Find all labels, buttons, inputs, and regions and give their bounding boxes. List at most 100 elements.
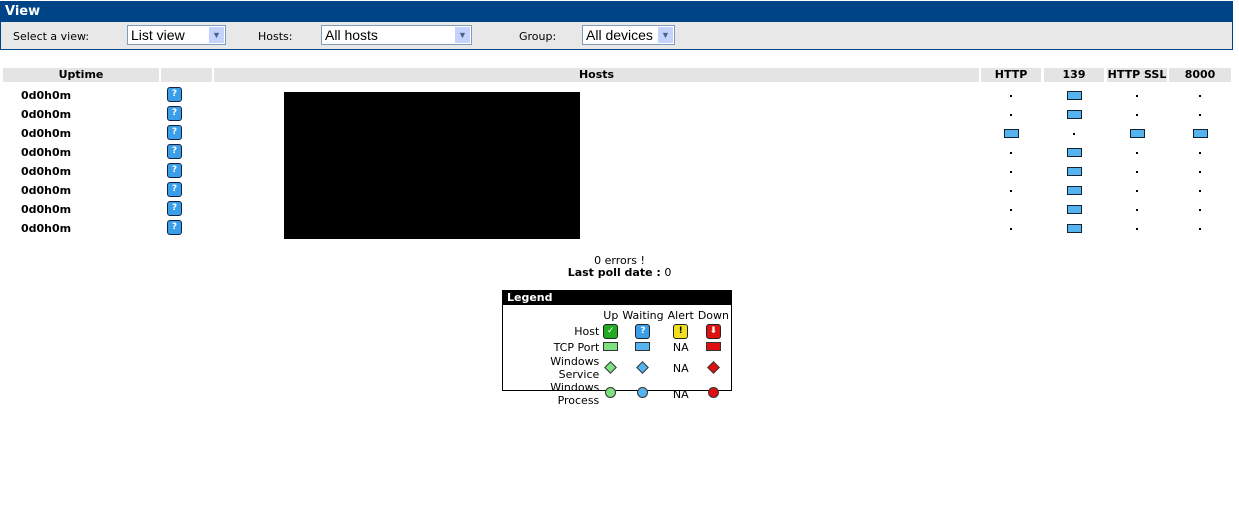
legend-row-label: Windows Service bbox=[550, 355, 600, 381]
host-up-icon: ✓ bbox=[603, 324, 619, 339]
legend-row-label: TCP Port bbox=[553, 340, 600, 354]
col-139[interactable]: 139 bbox=[1044, 68, 1104, 82]
legend-state-up: Up bbox=[603, 308, 619, 322]
rect-up-icon bbox=[603, 341, 619, 351]
port-cell bbox=[1169, 200, 1231, 219]
rect-down-icon bbox=[705, 341, 721, 351]
legend-row-label: Host bbox=[574, 324, 600, 338]
port-cell bbox=[981, 124, 1041, 143]
port-cell bbox=[1044, 200, 1104, 219]
no-port-dot-icon bbox=[1136, 227, 1138, 230]
waiting-host-icon[interactable]: ? bbox=[167, 144, 182, 159]
chevron-down-icon: ▼ bbox=[209, 27, 224, 43]
col-uptime[interactable]: Uptime bbox=[3, 68, 159, 82]
waiting-host-icon[interactable]: ? bbox=[167, 125, 182, 140]
rect-waiting-icon bbox=[635, 341, 651, 351]
legend-row-label: Windows Process bbox=[550, 381, 600, 407]
legend-na: NA bbox=[672, 361, 689, 375]
no-port-dot-icon bbox=[1199, 94, 1201, 97]
col-status bbox=[161, 68, 212, 82]
circ-up-icon bbox=[605, 387, 617, 398]
no-port-dot-icon bbox=[1010, 113, 1012, 116]
legend-state-alert: Alert bbox=[667, 308, 694, 322]
dia-waiting-icon bbox=[636, 360, 650, 374]
no-port-dot-icon bbox=[1010, 94, 1012, 97]
port-cell bbox=[1169, 162, 1231, 181]
uptime: 0d0h0m bbox=[21, 165, 72, 178]
port-cell bbox=[1044, 219, 1104, 238]
no-port-dot-icon bbox=[1199, 151, 1201, 154]
no-port-dot-icon bbox=[1136, 151, 1138, 154]
port-cell bbox=[1169, 219, 1231, 238]
legend-na: NA bbox=[672, 387, 689, 401]
filter-bar: Select a view: List view ▼ Hosts: All hos… bbox=[0, 22, 1233, 50]
col-http[interactable]: HTTP bbox=[981, 68, 1041, 82]
port-cell bbox=[1107, 200, 1167, 219]
tcp-port-waiting-icon[interactable] bbox=[1003, 129, 1019, 138]
host-waiting-icon: ? bbox=[635, 324, 651, 339]
table-row: 0d0h0m? bbox=[0, 162, 1239, 181]
waiting-host-icon[interactable]: ? bbox=[167, 106, 182, 121]
port-cell bbox=[981, 219, 1041, 238]
uptime: 0d0h0m bbox=[21, 146, 72, 159]
tcp-port-waiting-icon[interactable] bbox=[1066, 224, 1082, 233]
circ-waiting-icon bbox=[637, 387, 649, 398]
tcp-port-waiting-icon[interactable] bbox=[1066, 205, 1082, 214]
table-row: 0d0h0m? bbox=[0, 124, 1239, 143]
col-hosts[interactable]: Hosts bbox=[214, 68, 979, 82]
no-port-dot-icon bbox=[1136, 94, 1138, 97]
port-cell bbox=[1107, 105, 1167, 124]
dia-down-icon bbox=[707, 360, 720, 374]
no-port-dot-icon bbox=[1136, 208, 1138, 211]
port-cell bbox=[981, 200, 1041, 219]
no-port-dot-icon bbox=[1199, 113, 1201, 116]
tcp-port-waiting-icon[interactable] bbox=[1066, 186, 1082, 195]
poll-label: Last poll date : bbox=[567, 266, 661, 279]
tcp-port-waiting-icon[interactable] bbox=[1066, 167, 1082, 176]
legend-state-down: Down bbox=[697, 308, 729, 322]
dia-up-icon bbox=[604, 360, 618, 374]
no-port-dot-icon bbox=[1010, 227, 1012, 230]
waiting-host-icon[interactable]: ? bbox=[167, 163, 182, 178]
no-port-dot-icon bbox=[1199, 189, 1201, 192]
table-row: 0d0h0m? bbox=[0, 181, 1239, 200]
tcp-port-waiting-icon[interactable] bbox=[1066, 91, 1082, 100]
legend: Legend Up Waiting Alert Down Host ✓?! ⬇ TCP Por… bbox=[502, 290, 732, 407]
legend-row: TCP Port NA bbox=[505, 339, 731, 355]
redacted-hosts bbox=[284, 92, 580, 239]
no-port-dot-icon bbox=[1010, 189, 1012, 192]
last-poll: Last poll date : 0 bbox=[0, 266, 1239, 279]
waiting-host-icon[interactable]: ? bbox=[167, 87, 182, 102]
port-cell bbox=[1044, 143, 1104, 162]
uptime: 0d0h0m bbox=[21, 108, 72, 121]
port-cell bbox=[1107, 86, 1167, 105]
no-port-dot-icon bbox=[1136, 170, 1138, 173]
view-label: Select a view: bbox=[13, 30, 90, 43]
table-row: 0d0h0m? bbox=[0, 143, 1239, 162]
waiting-host-icon[interactable]: ? bbox=[167, 201, 182, 216]
waiting-host-icon[interactable]: ? bbox=[167, 220, 182, 235]
view-select[interactable]: List view ▼ bbox=[127, 25, 226, 45]
col-http-ssl[interactable]: HTTP SSL bbox=[1107, 68, 1167, 82]
tcp-port-waiting-icon[interactable] bbox=[1066, 110, 1082, 119]
no-port-dot-icon bbox=[1199, 208, 1201, 211]
port-cell bbox=[1169, 124, 1231, 143]
port-cell bbox=[981, 86, 1041, 105]
port-cell bbox=[1044, 124, 1104, 143]
no-port-dot-icon bbox=[1199, 227, 1201, 230]
uptime: 0d0h0m bbox=[21, 184, 72, 197]
tcp-port-waiting-icon[interactable] bbox=[1129, 129, 1145, 138]
tcp-port-waiting-icon[interactable] bbox=[1192, 129, 1208, 138]
waiting-host-icon[interactable]: ? bbox=[167, 182, 182, 197]
tcp-port-waiting-icon[interactable] bbox=[1066, 148, 1082, 157]
port-cell bbox=[1107, 143, 1167, 162]
host-down-icon: ⬇ bbox=[705, 324, 721, 339]
port-cell bbox=[981, 105, 1041, 124]
hosts-select[interactable]: All hosts ▼ bbox=[321, 25, 472, 45]
port-cell bbox=[1169, 143, 1231, 162]
group-select[interactable]: All devices ▼ bbox=[582, 25, 675, 45]
col-8000[interactable]: 8000 bbox=[1169, 68, 1231, 82]
legend-title: Legend bbox=[503, 291, 731, 305]
view-select-value: List view bbox=[131, 27, 185, 43]
poll-value: 0 bbox=[664, 266, 672, 279]
